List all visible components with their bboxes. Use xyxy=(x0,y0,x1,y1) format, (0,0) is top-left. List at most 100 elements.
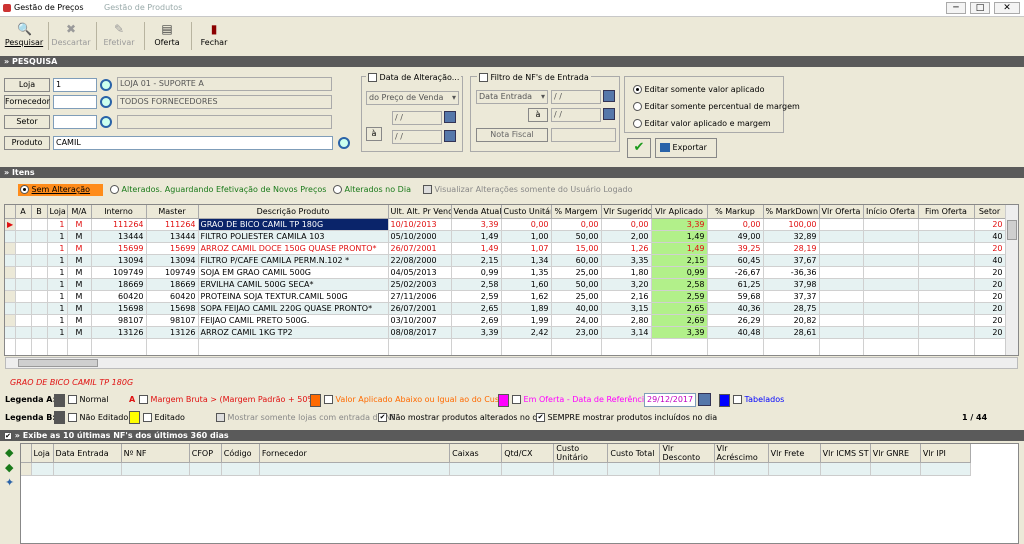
cell-ult[interactable]: 05/10/2000 xyxy=(388,230,452,243)
cell-flag1[interactable] xyxy=(31,290,48,303)
cell-ult[interactable]: 26/07/2001 xyxy=(388,302,452,315)
cell-sug[interactable]: 3,14 xyxy=(601,326,652,339)
cell-flag1[interactable] xyxy=(31,254,48,267)
legend-tabelados[interactable]: Tabelados xyxy=(733,395,784,404)
minimize-button[interactable]: ─ xyxy=(946,2,966,14)
cell-oferta[interactable] xyxy=(819,314,864,327)
filter-aguardando[interactable]: Alterados. Aguardando Efetivação de Novo… xyxy=(110,185,326,194)
nf-col-n-nf[interactable]: Nº NF xyxy=(121,444,190,463)
cell-ini[interactable] xyxy=(863,218,919,231)
cell-oferta[interactable] xyxy=(819,278,864,291)
nf-cell[interactable] xyxy=(870,462,921,476)
efetivar-button[interactable]: ✎ Efetivar xyxy=(98,20,140,52)
table-row[interactable]: 1 M 98107 98107 FEIJAO CAMIL PRETO 500G. 03/1… xyxy=(5,314,1006,327)
nao-mostrar-checkbox[interactable]: ✔ Não mostrar produtos alterados no dia xyxy=(378,413,545,422)
calendar-icon[interactable] xyxy=(444,130,456,142)
cell-ma[interactable]: M xyxy=(67,326,92,339)
legend-normal-check[interactable] xyxy=(68,395,77,404)
nf-col-caixas[interactable]: Caixas xyxy=(449,444,503,463)
table-row[interactable]: 1 M 13126 13126 ARROZ CAMIL 1KG TP2 08/08/201… xyxy=(5,326,1006,339)
cell-interno[interactable]: 60420 xyxy=(91,290,147,303)
cell-markdown[interactable]: 32,89 xyxy=(763,230,820,243)
nf-cell[interactable] xyxy=(553,462,609,476)
cell-master[interactable]: 13094 xyxy=(146,254,199,267)
cell-loja[interactable]: 1 xyxy=(47,278,68,291)
cell-ini[interactable] xyxy=(863,242,919,255)
cell-loja[interactable]: 1 xyxy=(47,218,68,231)
cell-margem[interactable]: 40,00 xyxy=(551,302,602,315)
cell-ma[interactable]: M xyxy=(67,314,92,327)
cell-custo[interactable]: 1,34 xyxy=(501,254,552,267)
cell-loja[interactable]: 1 xyxy=(47,266,68,279)
cell-ma[interactable]: M xyxy=(67,242,92,255)
cell-custo[interactable]: 2,42 xyxy=(501,326,552,339)
reference-date-input[interactable]: 29/12/2017 xyxy=(644,393,696,407)
cell-ma[interactable]: M xyxy=(67,266,92,279)
vertical-scrollbar[interactable] xyxy=(1005,205,1018,355)
cell-flag1[interactable] xyxy=(31,230,48,243)
cell-interno[interactable]: 111264 xyxy=(91,218,147,231)
legend-editado-check[interactable] xyxy=(143,413,152,422)
cell-setor[interactable]: 20 xyxy=(974,302,1006,315)
pesquisar-button[interactable]: 🔍 Pesquisar xyxy=(3,20,45,52)
legend-valor-abaixo[interactable]: Valor Aplicado Abaixo ou Igual ao do Cus… xyxy=(324,395,507,404)
cell-oferta[interactable] xyxy=(819,254,864,267)
cell-master[interactable]: 18669 xyxy=(146,278,199,291)
search-icon[interactable] xyxy=(100,116,112,128)
cell-desc[interactable]: FILTRO POLIESTER CAMILA 103 xyxy=(198,230,389,243)
close-window-button[interactable]: ✕ xyxy=(994,2,1020,14)
cell-flag0[interactable] xyxy=(15,242,32,255)
table-row[interactable]: ▶ 1 M 111264 111264 GRAO DE BICO CAMIL TP 180… xyxy=(5,218,1006,231)
cell-venda[interactable]: 3,39 xyxy=(451,326,502,339)
cell-venda[interactable]: 2,65 xyxy=(451,302,502,315)
cell-venda[interactable]: 1,49 xyxy=(451,242,502,255)
cell-setor[interactable]: 20 xyxy=(974,278,1006,291)
cell-markdown[interactable]: -36,36 xyxy=(763,266,820,279)
cell-custo[interactable]: 1,35 xyxy=(501,266,552,279)
cell-fim[interactable] xyxy=(918,290,975,303)
cell-markdown[interactable]: 28,75 xyxy=(763,302,820,315)
nf-col-cfop[interactable]: CFOP xyxy=(189,444,222,463)
col-header-inicio-oferta[interactable]: Início Oferta xyxy=(863,205,919,219)
cell-markup[interactable]: 49,00 xyxy=(707,230,764,243)
col-header-markdown[interactable]: % MarkDown xyxy=(763,205,820,219)
cell-markup[interactable]: 0,00 xyxy=(707,218,764,231)
cell-apl[interactable]: 3,39 xyxy=(651,218,708,231)
cell-fim[interactable] xyxy=(918,242,975,255)
nf-col-vlr-desconto[interactable]: Vlr Desconto xyxy=(659,444,715,463)
nf-view-icon[interactable]: ✦ xyxy=(5,477,18,489)
cell-markdown[interactable]: 28,61 xyxy=(763,326,820,339)
cell-ini[interactable] xyxy=(863,266,919,279)
cell-markup[interactable]: 26,29 xyxy=(707,314,764,327)
date-to-input[interactable]: / / xyxy=(392,130,442,144)
cell-ini[interactable] xyxy=(863,290,919,303)
cell-flag0[interactable] xyxy=(15,278,32,291)
table-row[interactable]: 1 M 15698 15698 SOPA FEIJAO CAMIL 220G QUASE… xyxy=(5,302,1006,315)
cell-ult[interactable]: 03/10/2007 xyxy=(388,314,452,327)
cell-fim[interactable] xyxy=(918,254,975,267)
cell-ini[interactable] xyxy=(863,302,919,315)
cell-apl[interactable]: 3,39 xyxy=(651,326,708,339)
legend-margem-check[interactable] xyxy=(139,395,148,404)
cell-venda[interactable]: 1,49 xyxy=(451,230,502,243)
cell-ma[interactable]: M xyxy=(67,290,92,303)
cell-ult[interactable]: 25/02/2003 xyxy=(388,278,452,291)
cell-sug[interactable]: 3,15 xyxy=(601,302,652,315)
nf-col-custo-unitario[interactable]: Custo Unitário xyxy=(553,444,609,463)
checked-icon[interactable]: ✔ xyxy=(378,413,387,422)
cell-venda[interactable]: 2,15 xyxy=(451,254,502,267)
table-row[interactable]: 1 M 13094 13094 FILTRO P/CAFE CAMILA PERM.N.… xyxy=(5,254,1006,267)
cell-master[interactable]: 15699 xyxy=(146,242,199,255)
nf-date-to-input[interactable]: / / xyxy=(551,108,601,122)
cell-custo[interactable]: 1,62 xyxy=(501,290,552,303)
confirm-button[interactable]: ✔ xyxy=(627,138,651,158)
nf-cell[interactable] xyxy=(607,462,661,476)
cell-margem[interactable]: 50,00 xyxy=(551,278,602,291)
col-header-descricao-produto[interactable]: Descrição Produto xyxy=(198,205,389,219)
fechar-button[interactable]: ▮ Fechar xyxy=(193,20,235,52)
nf-col-data-entrada[interactable]: Data Entrada xyxy=(53,444,122,463)
cell-setor[interactable]: 20 xyxy=(974,218,1006,231)
cell-fim[interactable] xyxy=(918,266,975,279)
cell-interno[interactable]: 98107 xyxy=(91,314,147,327)
cell-flag1[interactable] xyxy=(31,302,48,315)
